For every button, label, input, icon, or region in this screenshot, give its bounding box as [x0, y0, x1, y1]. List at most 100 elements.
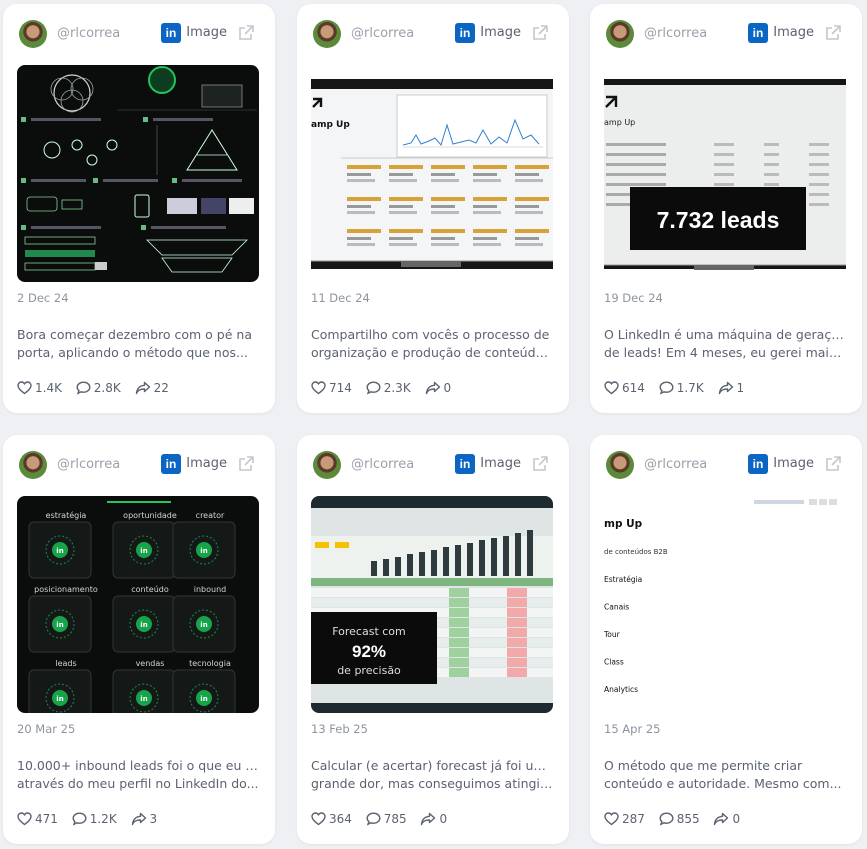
comments-count: 785	[383, 811, 407, 826]
comment-icon	[76, 380, 91, 395]
post-stats: 287 855 0	[604, 811, 750, 827]
external-link-icon[interactable]	[824, 24, 842, 42]
thumb-menu-item: Tour	[604, 630, 621, 639]
comment-icon	[659, 380, 674, 395]
likes-count: 1.4K	[35, 380, 62, 395]
thumb-menu: mp Up de conteúdos B2B Estratégia Canais T…	[604, 496, 846, 713]
post-image[interactable]: estratégia in oportunidade in creator in…	[17, 496, 259, 713]
post-excerpt-line: O LinkedIn é uma máquina de geração	[604, 327, 846, 342]
heart-icon	[604, 380, 619, 394]
shares-stat: 0	[425, 380, 452, 395]
external-link-icon[interactable]	[531, 24, 549, 42]
post-image[interactable]: amp Up	[311, 65, 553, 282]
likes-count: 714	[329, 380, 352, 395]
thumb-grid-label: vendas	[136, 659, 165, 668]
thumb-laptop: amp Up	[311, 65, 553, 282]
post-stats: 614 1.7K 1	[604, 380, 754, 396]
thumb-menu-item: Estratégia	[604, 575, 642, 584]
post-header: @rlcorrea in Image	[604, 20, 848, 50]
linkedin-icon: in	[455, 23, 475, 43]
comment-icon	[659, 811, 674, 826]
shares-count: 0	[443, 380, 452, 395]
post-image[interactable]	[17, 65, 259, 282]
thumb-grid-label: conteúdo	[131, 585, 169, 594]
shares-count: 1	[736, 380, 745, 395]
post-image[interactable]: Forecast com 92% de precisão	[311, 496, 553, 713]
svg-text:in: in	[56, 547, 63, 555]
post-card[interactable]: @rlcorrea in Image Forecast com 92% de p…	[297, 435, 569, 844]
post-excerpt-line: através do meu perfil no LinkedIn do...	[17, 776, 259, 791]
avatar[interactable]	[19, 20, 47, 48]
avatar[interactable]	[606, 20, 634, 48]
comments-count: 855	[676, 811, 700, 826]
post-excerpt-line: Calcular (e acertar) forecast já foi uma	[311, 758, 553, 773]
post-excerpt-line: 10.000+ inbound leads foi o que eu gerei	[17, 758, 259, 773]
heart-icon	[604, 811, 619, 825]
post-type-label: Image	[480, 456, 521, 471]
thumb-overlay-line-3: de precisão	[337, 664, 401, 677]
avatar[interactable]	[313, 451, 341, 479]
svg-text:in: in	[140, 547, 147, 555]
post-image[interactable]: amp Up 7.732 leads	[604, 65, 846, 282]
share-icon	[714, 812, 729, 825]
post-card[interactable]: @rlcorrea in Image amp Up 7.732 leads 19…	[590, 4, 862, 413]
post-excerpt-line: porta, aplicando o método que nos...	[17, 345, 248, 360]
comments-stat: 1.7K	[659, 381, 704, 395]
likes-stat: 714	[311, 381, 352, 395]
thumb-grid-label: creator	[196, 511, 225, 520]
avatar[interactable]	[313, 20, 341, 48]
post-type-label: Image	[480, 25, 521, 40]
post-excerpt-line: Bora começar dezembro com o pé na	[17, 327, 252, 342]
post-image[interactable]: mp Up de conteúdos B2B Estratégia Canais T…	[604, 496, 846, 713]
thumb-grid-label: estratégia	[46, 510, 87, 520]
likes-count: 614	[622, 380, 645, 395]
comments-count: 1.2K	[89, 811, 117, 826]
shares-stat: 0	[420, 812, 447, 826]
author-handle[interactable]: @rlcorrea	[644, 457, 707, 472]
post-type-label: Image	[773, 456, 814, 471]
external-link-icon[interactable]	[237, 24, 255, 42]
author-handle[interactable]: @rlcorrea	[57, 26, 120, 41]
comments-stat: 855	[659, 812, 700, 826]
author-handle[interactable]: @rlcorrea	[351, 457, 414, 472]
post-card[interactable]: @rlcorrea in Image mp Up de conteúdos B2…	[590, 435, 862, 844]
author-handle[interactable]: @rlcorrea	[644, 26, 707, 41]
shares-count: 3	[149, 811, 158, 826]
post-excerpt-line: de leads! Em 4 meses, eu gerei mais de..…	[604, 345, 846, 360]
shares-stat: 0	[713, 812, 740, 826]
svg-text:in: in	[140, 621, 147, 629]
thumb-subtitle: amp Up	[604, 118, 635, 127]
share-icon	[718, 381, 733, 394]
thumb-menu-item: Canais	[604, 603, 629, 612]
thumb-overlay-text: 7.732 leads	[657, 207, 780, 233]
avatar[interactable]	[606, 451, 634, 479]
likes-stat: 364	[311, 812, 352, 826]
likes-stat: 1.4K	[17, 381, 62, 395]
linkedin-icon: in	[748, 23, 768, 43]
post-stats: 364 785 0	[311, 811, 457, 827]
comment-icon	[366, 811, 381, 826]
post-excerpt: O método que me permite criar conteúdo e…	[604, 757, 846, 793]
author-handle[interactable]: @rlcorrea	[57, 457, 120, 472]
post-card[interactable]: @rlcorrea in Image amp Up 11 Dec 24 Comp…	[297, 4, 569, 413]
comments-count: 2.8K	[93, 380, 121, 395]
post-card[interactable]: @rlcorrea in Image 2 Dec 24 Bora começar…	[3, 4, 275, 413]
post-stats: 471 1.2K 3	[17, 811, 167, 827]
external-link-icon[interactable]	[237, 455, 255, 473]
svg-text:in: in	[200, 621, 207, 629]
post-excerpt: Calcular (e acertar) forecast já foi uma…	[311, 757, 553, 793]
linkedin-icon: in	[455, 454, 475, 474]
likes-count: 287	[622, 811, 645, 826]
post-card[interactable]: @rlcorrea in Image estratégia in oportun…	[3, 435, 275, 844]
post-header: @rlcorrea in Image	[311, 20, 555, 50]
avatar[interactable]	[19, 451, 47, 479]
thumb-overlay-text: amp Up	[311, 120, 350, 130]
post-type-label: Image	[186, 25, 227, 40]
comments-count: 2.3K	[383, 380, 411, 395]
post-header: @rlcorrea in Image	[604, 451, 848, 481]
svg-text:in: in	[200, 547, 207, 555]
post-excerpt-line: O método que me permite criar	[604, 758, 803, 773]
author-handle[interactable]: @rlcorrea	[351, 26, 414, 41]
external-link-icon[interactable]	[824, 455, 842, 473]
external-link-icon[interactable]	[531, 455, 549, 473]
